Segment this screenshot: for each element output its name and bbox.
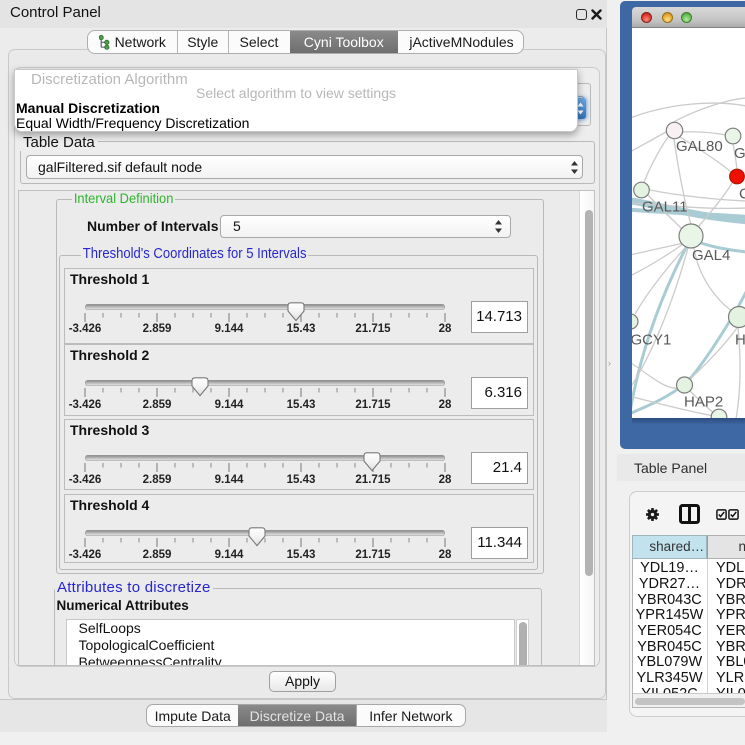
svg-text:HAP2: HAP2 [684, 394, 723, 411]
svg-text:HI: HI [735, 332, 745, 349]
svg-text:GAL11: GAL11 [642, 199, 688, 216]
svg-text:GAL4: GAL4 [692, 247, 730, 264]
svg-text:CY: CY [739, 186, 745, 203]
svg-text:GAL80: GAL80 [676, 138, 723, 155]
svg-text:GA: GA [734, 145, 745, 162]
svg-text:GCY1: GCY1 [632, 332, 671, 349]
